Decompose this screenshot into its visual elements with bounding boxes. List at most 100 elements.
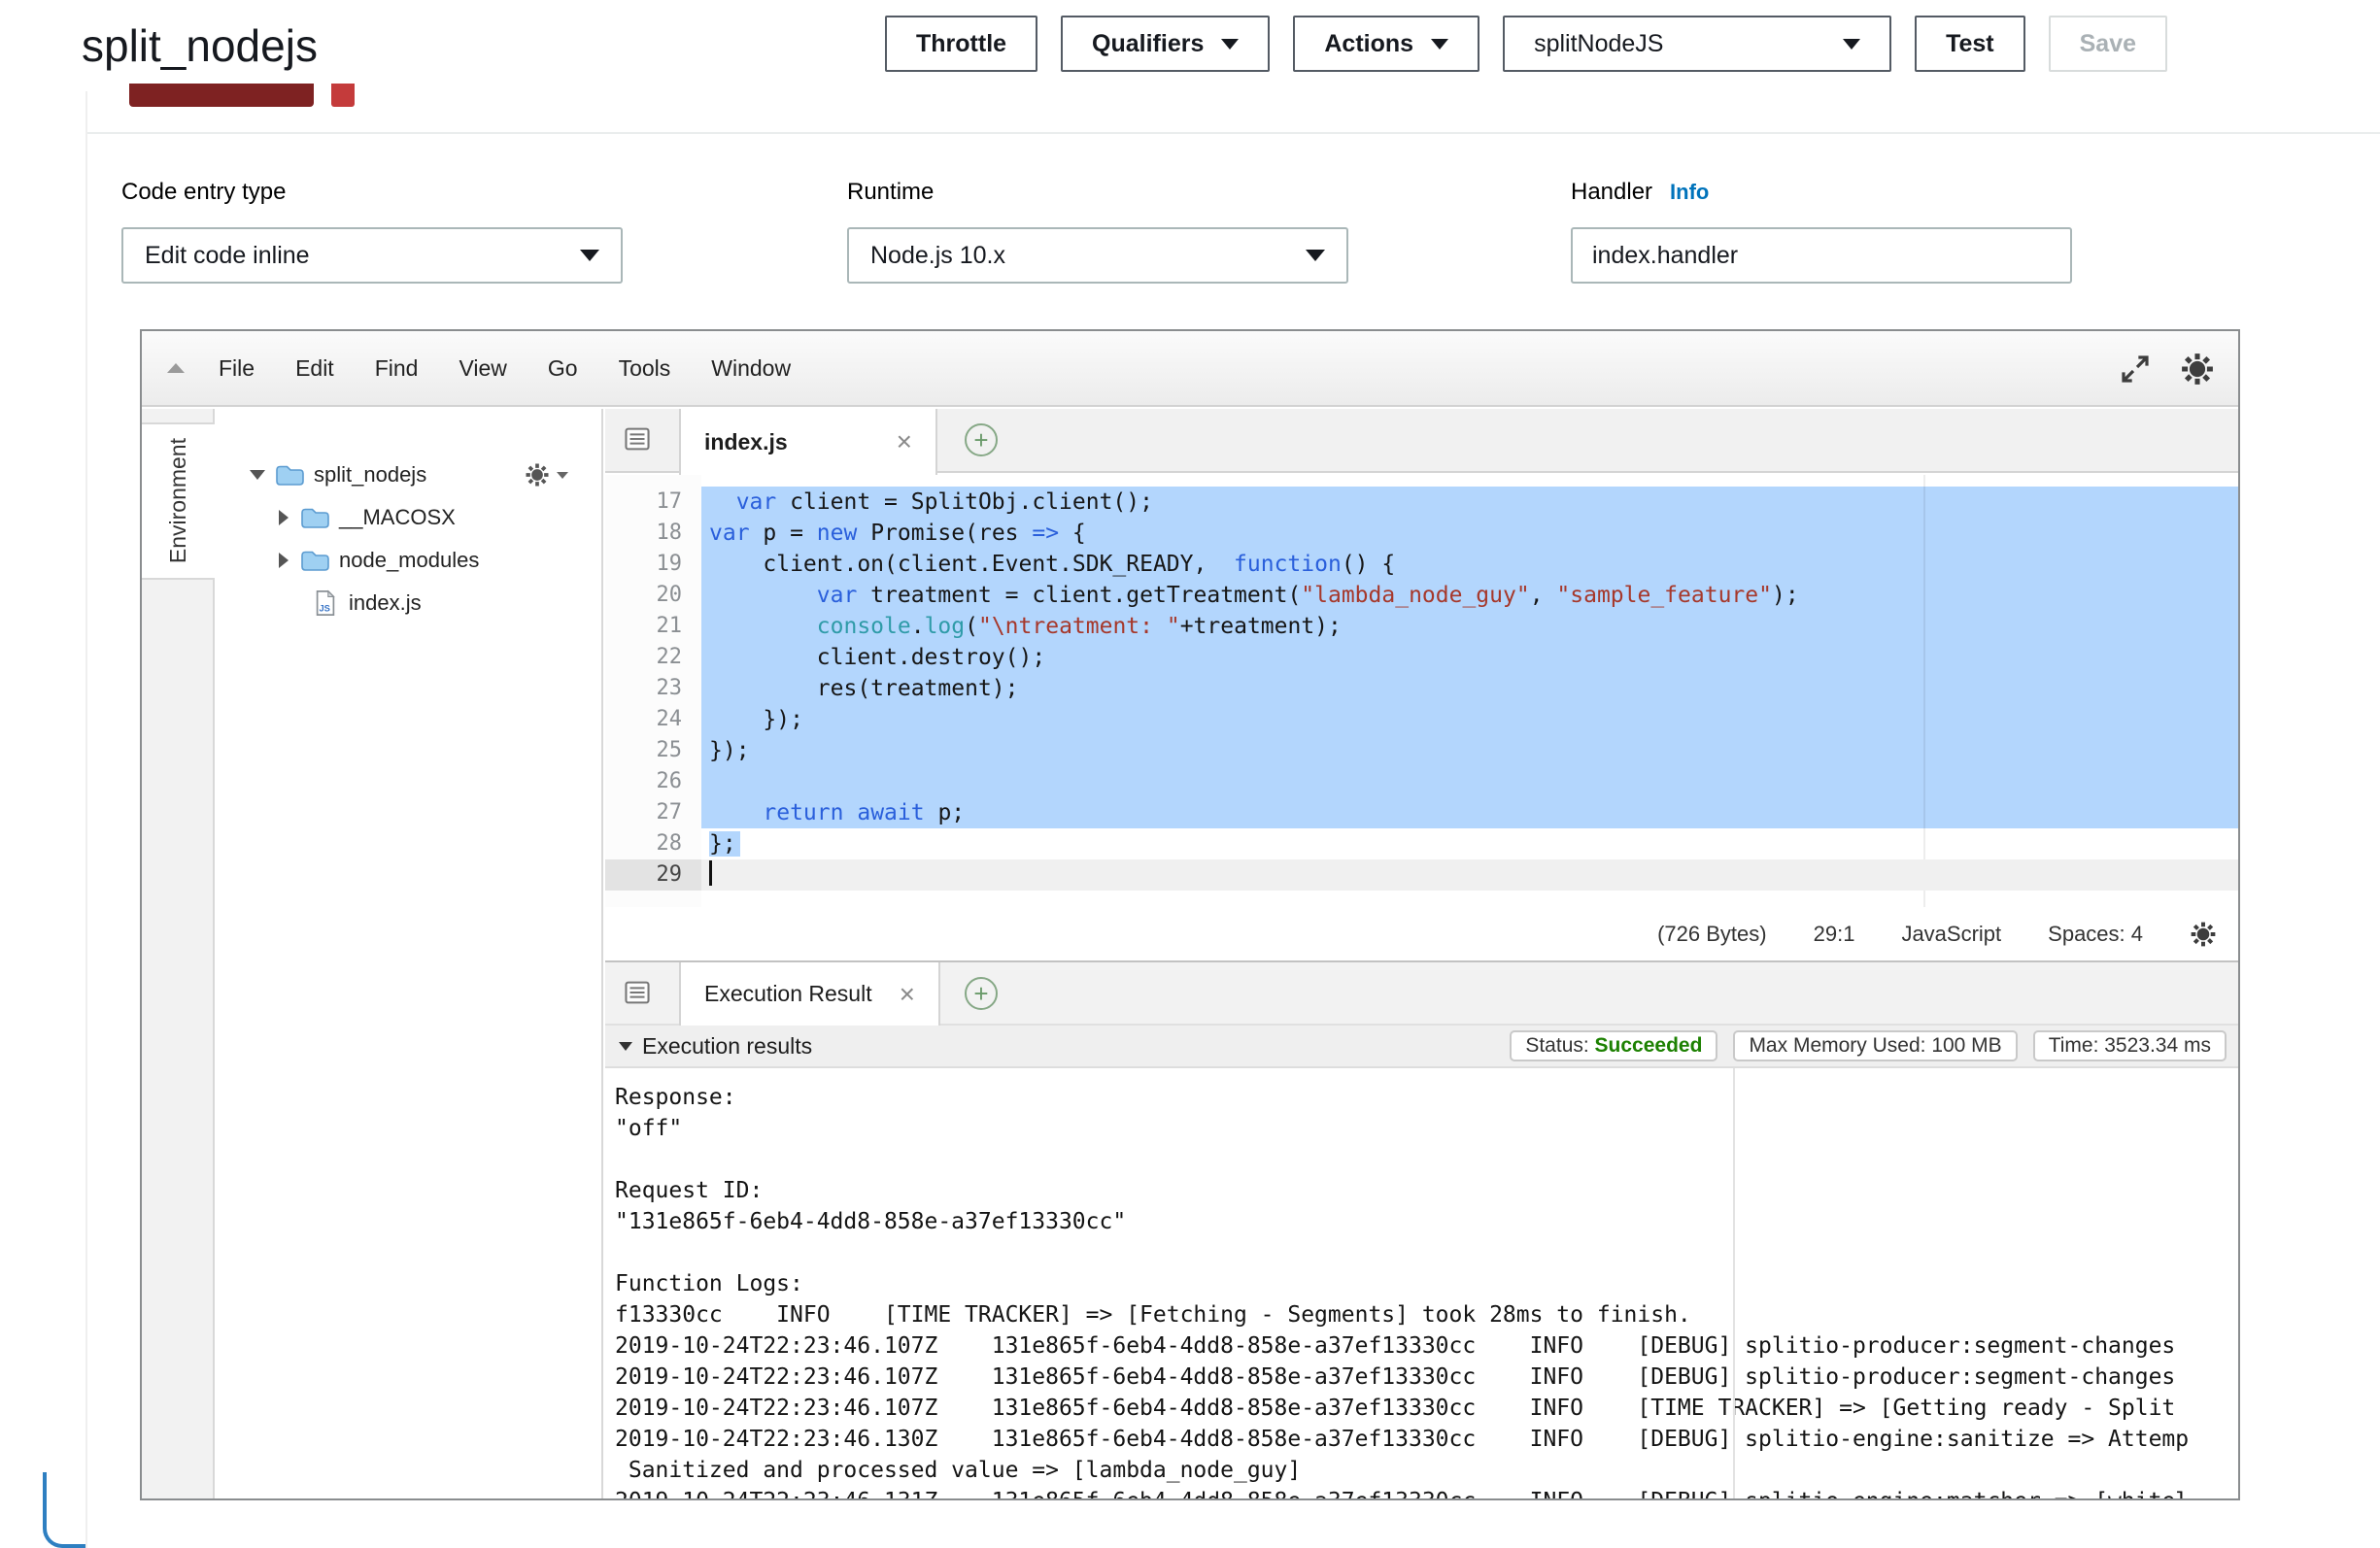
chevron-down-icon (1431, 39, 1448, 50)
tree-item-label: split_nodejs (314, 462, 426, 488)
tree-item-__MACOSX[interactable]: __MACOSX (217, 496, 601, 539)
gutter-line-21[interactable]: 21 (605, 611, 701, 642)
test-button[interactable]: Test (1915, 16, 2025, 72)
gutter[interactable]: 17181920212223242526272829 (605, 475, 701, 907)
result-badges: Status: Succeeded Max Memory Used: 100 MB… (1510, 1030, 2227, 1061)
log-line: "off" (615, 1113, 2238, 1144)
code-line-18[interactable]: var p = new Promise(res => { (701, 518, 2238, 549)
code-line-20[interactable]: var treatment = client.getTreatment("lam… (701, 580, 2238, 611)
save-button[interactable]: Save (2049, 16, 2167, 72)
tree-item-label: index.js (349, 590, 422, 616)
toolbar: Throttle Qualifiers Actions splitNodeJS … (885, 16, 2167, 72)
close-tab-icon[interactable]: × (900, 981, 915, 1008)
tree-item-node_modules[interactable]: node_modules (217, 539, 601, 582)
code-line-24[interactable]: }); (701, 704, 2238, 735)
handler-input[interactable] (1571, 227, 2072, 284)
gutter-line-22[interactable]: 22 (605, 642, 701, 673)
code-entry-type-label: Code entry type (121, 179, 623, 208)
preferences-gear-icon[interactable] (2180, 352, 2215, 387)
runtime-select[interactable]: Node.js 10.x (847, 227, 1348, 284)
log-line: 2019-10-24T22:23:46.130Z 131e865f-6eb4-4… (615, 1424, 2238, 1455)
code-area[interactable]: 17181920212223242526272829 var client = … (605, 475, 2238, 907)
runtime-label: Runtime (847, 179, 1348, 208)
gutter-line-25[interactable]: 25 (605, 735, 701, 766)
results-tabbar: Execution Result × + (605, 960, 2238, 1024)
menu-window[interactable]: Window (691, 355, 811, 382)
results-ruler (1733, 1068, 1735, 1498)
menu-edit[interactable]: Edit (275, 355, 355, 382)
gutter-line-18[interactable]: 18 (605, 518, 701, 549)
test-label: Test (1946, 30, 1994, 58)
handler-info-link[interactable]: Info (1670, 180, 1709, 205)
fullscreen-icon[interactable] (2120, 353, 2151, 385)
code-line-27[interactable]: return await p; (701, 797, 2238, 828)
caret-down-icon[interactable] (250, 470, 265, 480)
gutter-line-17[interactable]: 17 (605, 487, 701, 518)
language-mode[interactable]: JavaScript (1901, 922, 2001, 947)
gutter-line-27[interactable]: 27 (605, 797, 701, 828)
gutter-line-24[interactable]: 24 (605, 704, 701, 735)
gutter-line-26[interactable]: 26 (605, 766, 701, 797)
menu-view[interactable]: View (438, 355, 527, 382)
code-entry-type-select[interactable]: Edit code inline (121, 227, 623, 284)
statusbar-gear-icon[interactable] (2190, 921, 2217, 948)
menu-go[interactable]: Go (527, 355, 598, 382)
handler-label: Handler (1571, 179, 1652, 206)
tab-execution-result[interactable]: Execution Result × (679, 962, 940, 1026)
add-tab-icon[interactable]: + (965, 423, 998, 456)
log-line: Response: (615, 1082, 2238, 1113)
add-tab-icon[interactable]: + (965, 977, 998, 1010)
indent-setting[interactable]: Spaces: 4 (2048, 922, 2143, 947)
gutter-line-23[interactable]: 23 (605, 673, 701, 704)
actions-button[interactable]: Actions (1293, 16, 1479, 72)
code-line-19[interactable]: client.on(client.Event.SDK_READY, functi… (701, 549, 2238, 580)
gutter-line-20[interactable]: 20 (605, 580, 701, 611)
code-line-22[interactable]: client.destroy(); (701, 642, 2238, 673)
menu-find[interactable]: Find (355, 355, 439, 382)
code-line-28[interactable]: }; (701, 828, 2238, 859)
code-lines: var client = SplitObj.client();var p = n… (701, 487, 2238, 891)
throttle-label: Throttle (916, 30, 1006, 58)
collapse-panel-icon[interactable] (167, 363, 185, 373)
folder-icon (300, 506, 329, 529)
menu-file[interactable]: File (198, 355, 275, 382)
gutter-line-29[interactable]: 29 (605, 859, 701, 891)
cursor-position[interactable]: 29:1 (1814, 922, 1855, 947)
code-line-26[interactable] (701, 766, 2238, 797)
close-tab-icon[interactable]: × (897, 428, 912, 455)
throttle-button[interactable]: Throttle (885, 16, 1037, 72)
code-line-17[interactable]: var client = SplitObj.client(); (701, 487, 2238, 518)
environment-tab[interactable]: Environment (142, 422, 215, 580)
execution-log: Response:"off" Request ID:"131e865f-6eb4… (605, 1068, 2238, 1498)
handler-label-row: Handler Info (1571, 179, 2072, 208)
tab-index-js[interactable]: index.js × (679, 409, 937, 475)
status-badge: Status: Succeeded (1510, 1030, 1717, 1061)
status-badge: Max Memory Used: 100 MB (1733, 1030, 2017, 1061)
code-line-23[interactable]: res(treatment); (701, 673, 2238, 704)
execution-results-label: Execution results (642, 1033, 812, 1060)
gutter-line-28[interactable]: 28 (605, 828, 701, 859)
qualifiers-button[interactable]: Qualifiers (1061, 16, 1270, 72)
gutter-line-19[interactable]: 19 (605, 549, 701, 580)
code-line-29[interactable] (701, 859, 2238, 891)
tree-item-split_nodejs[interactable]: split_nodejs (217, 454, 601, 496)
alias-select[interactable]: splitNodeJS (1503, 16, 1891, 72)
environment-strip: Environment (142, 409, 215, 1498)
tree-item-index.js[interactable]: JSindex.js (217, 582, 601, 624)
editor-body: Environment split_nodejs __MACOSXnode_mod… (142, 409, 2238, 1498)
tree-settings-gear-icon[interactable] (525, 462, 568, 488)
menu-tools[interactable]: Tools (598, 355, 692, 382)
menubar-right-icons (2120, 331, 2215, 407)
editor-status-bar: (726 Bytes) 29:1 JavaScript Spaces: 4 (605, 907, 2238, 960)
execution-results-toggle[interactable]: Execution results (619, 1033, 812, 1060)
code-line-25[interactable]: }); (701, 735, 2238, 766)
pane-list-icon[interactable] (623, 978, 652, 1012)
pane-list-icon[interactable] (623, 424, 652, 458)
file-tree: split_nodejs __MACOSXnode_modulesJSindex.… (217, 409, 603, 1498)
editor-menubar: FileEditFindViewGoToolsWindow (142, 331, 2238, 407)
code-line-21[interactable]: console.log("\ntreatment: "+treatment); (701, 611, 2238, 642)
caret-right-icon[interactable] (279, 510, 289, 525)
code-scroll[interactable]: var client = SplitObj.client();var p = n… (701, 475, 2238, 907)
log-line (615, 1237, 2238, 1268)
caret-right-icon[interactable] (279, 553, 289, 568)
